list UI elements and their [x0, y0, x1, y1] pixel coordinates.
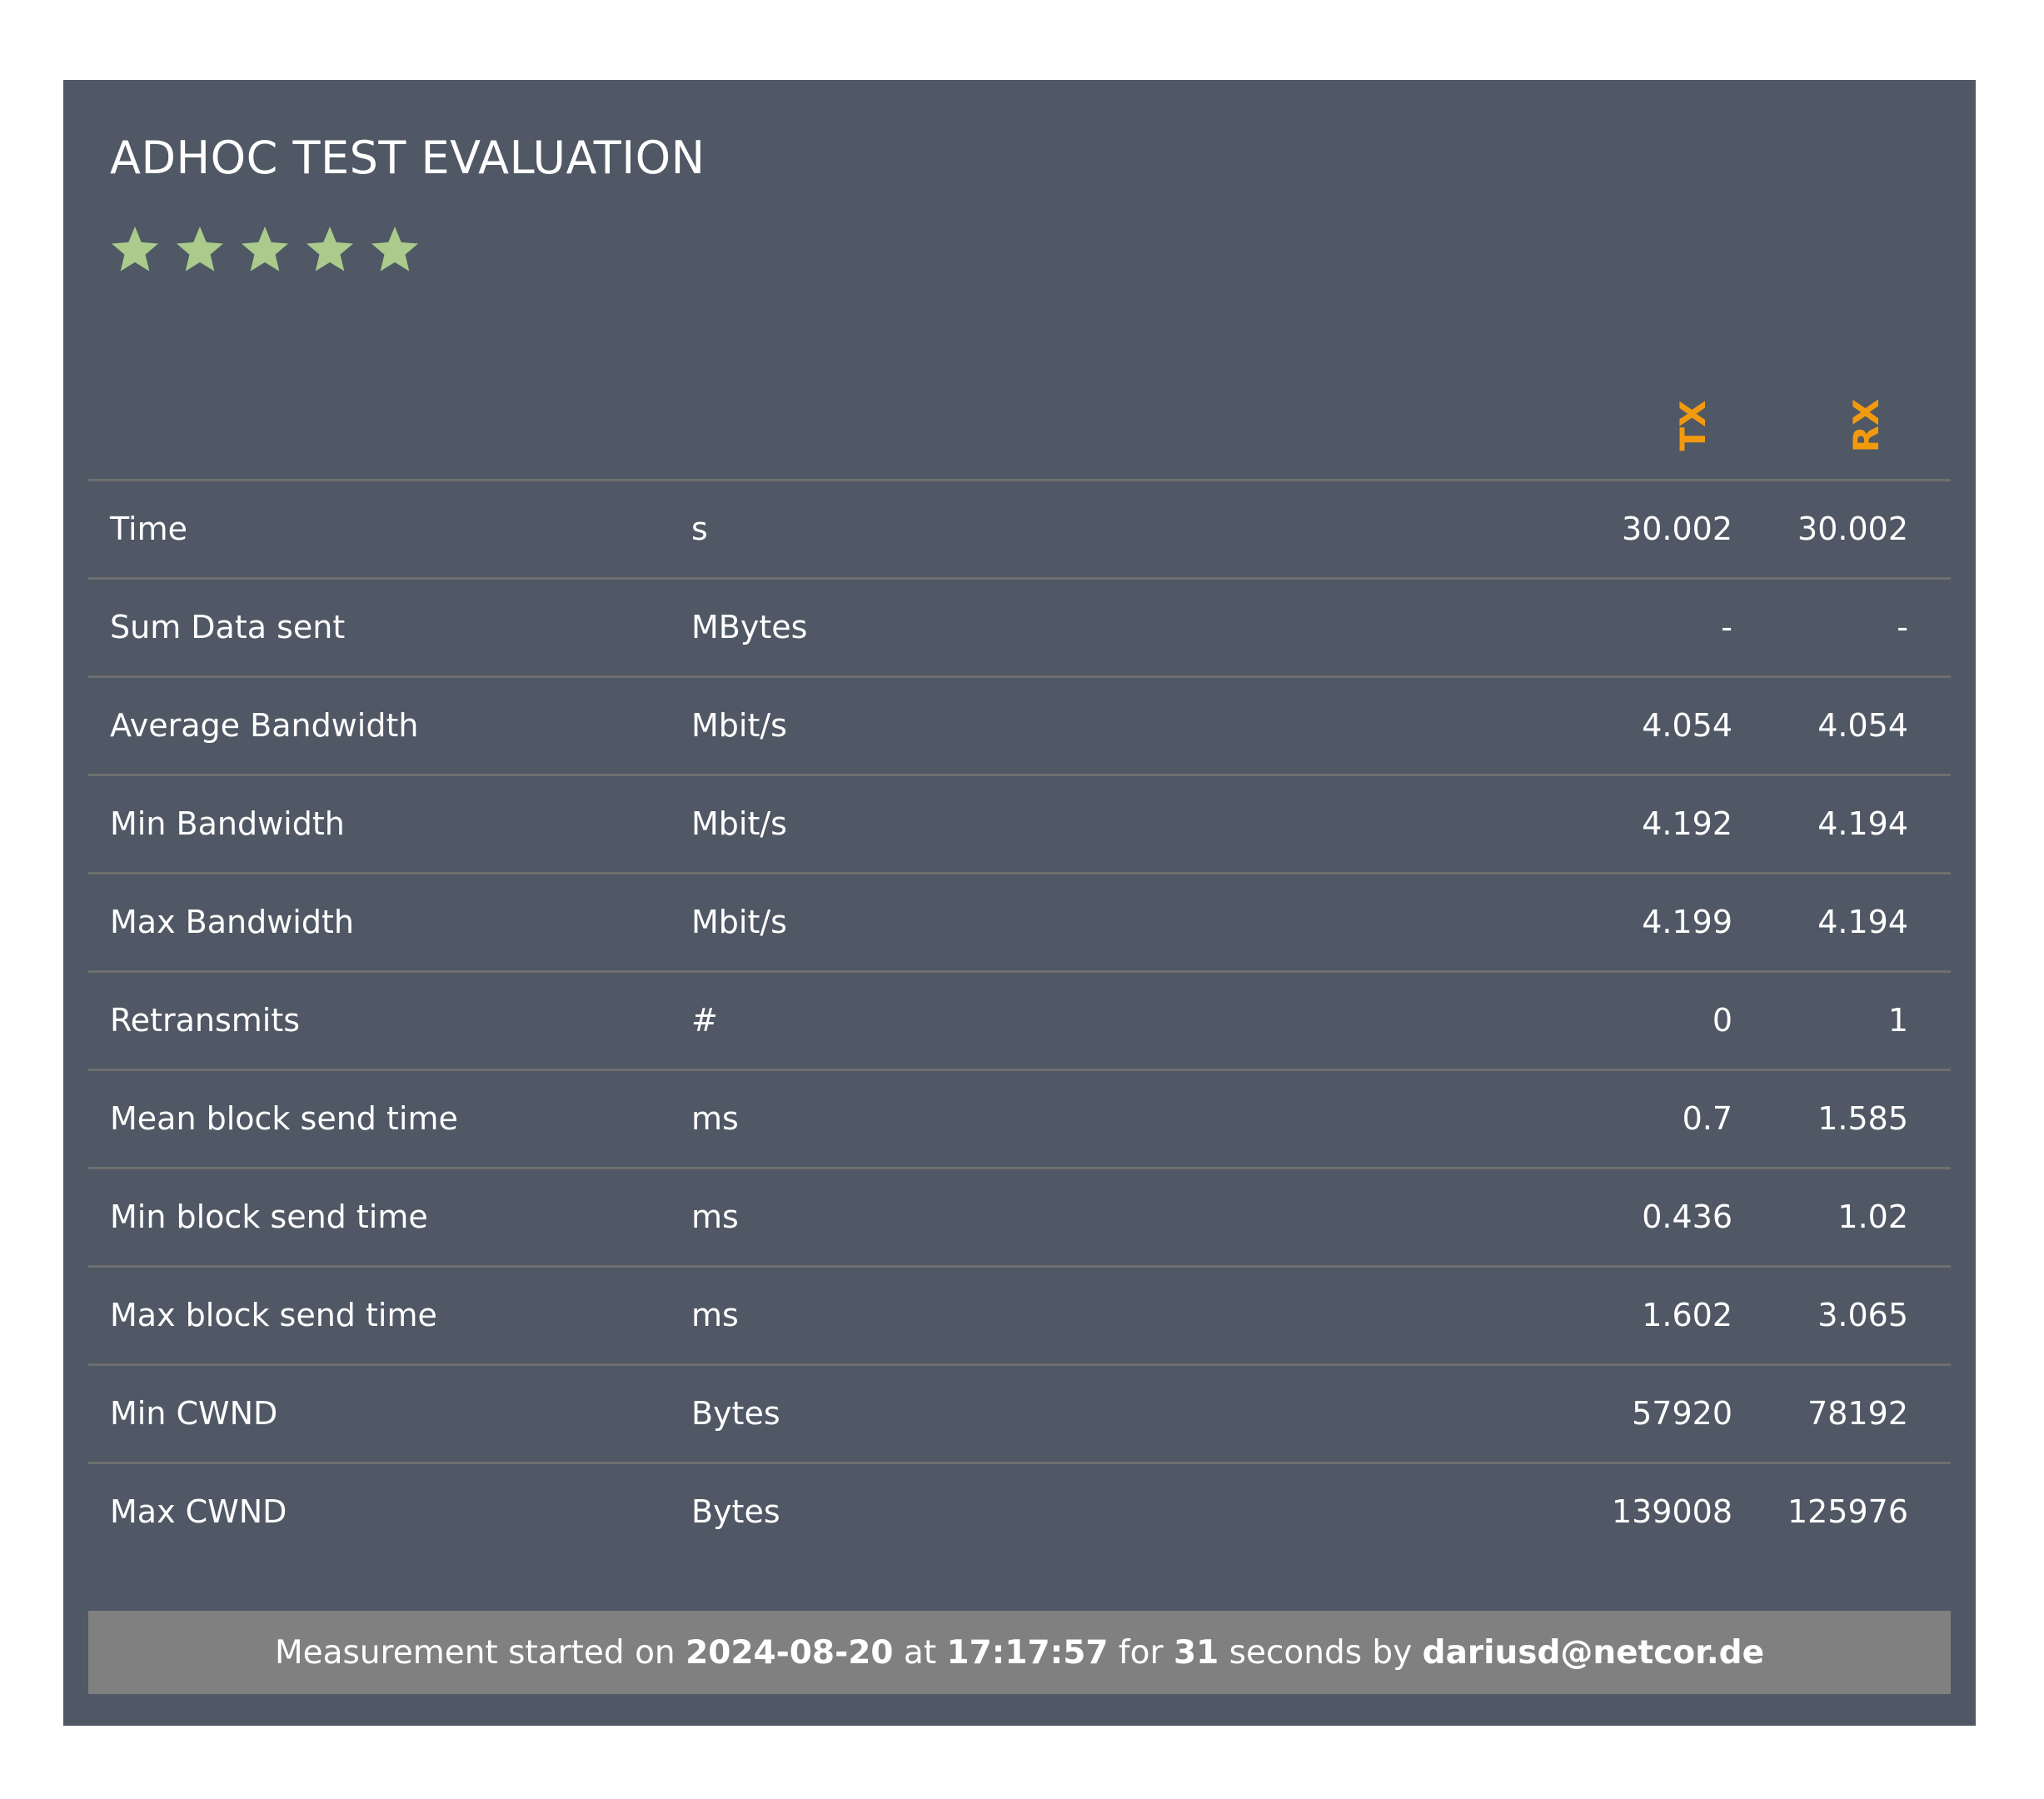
row-label: Min block send time: [110, 1199, 428, 1235]
row-tx-value: 1.602: [1642, 1297, 1732, 1333]
row-unit: #: [691, 1002, 718, 1039]
table-row: Retransmits # 0 1: [88, 970, 1951, 1069]
column-header-tx: TX: [1672, 400, 1713, 451]
row-label: Time: [110, 511, 187, 547]
column-header-rx: RX: [1845, 398, 1887, 453]
footer-prefix: Measurement started on: [274, 1633, 686, 1672]
table-row: Max block send time ms 1.602 3.065: [88, 1265, 1951, 1363]
row-rx-value: 1.585: [1817, 1100, 1908, 1137]
measurement-time: 17:17:57: [946, 1633, 1109, 1672]
row-unit: MBytes: [691, 609, 808, 645]
row-rx-value: -: [1897, 609, 1908, 645]
table-row: Max CWND Bytes 139008 125976: [88, 1462, 1951, 1560]
footer-at: at: [893, 1633, 947, 1672]
results-table: Time s 30.002 30.002 Sum Data sent MByte…: [88, 479, 1951, 1560]
row-unit: Mbit/s: [691, 904, 787, 940]
table-row: Min Bandwidth Mbit/s 4.192 4.194: [88, 774, 1951, 872]
row-label: Average Bandwidth: [110, 707, 419, 744]
row-rx-value: 78192: [1807, 1395, 1908, 1432]
footer-for: for: [1108, 1633, 1174, 1672]
row-tx-value: 57920: [1632, 1395, 1732, 1432]
row-tx-value: 0.436: [1642, 1199, 1732, 1235]
row-rx-value: 4.194: [1817, 904, 1908, 940]
row-label: Max CWND: [110, 1493, 287, 1530]
footer-by: seconds by: [1219, 1633, 1423, 1672]
row-label: Min Bandwidth: [110, 805, 345, 842]
measurement-date: 2024-08-20: [685, 1633, 894, 1672]
row-unit: Bytes: [691, 1395, 780, 1432]
row-tx-value: 4.192: [1642, 805, 1732, 842]
evaluation-card: ADHOC TEST EVALUATION TX RX Time s 30.00…: [63, 80, 1976, 1726]
row-rx-value: 125976: [1787, 1493, 1908, 1530]
row-rx-value: 4.194: [1817, 805, 1908, 842]
star-icon: [242, 227, 288, 272]
row-unit: s: [691, 511, 708, 547]
row-label: Retransmits: [110, 1002, 301, 1039]
row-tx-value: -: [1721, 609, 1732, 645]
row-rx-value: 3.065: [1817, 1297, 1908, 1333]
row-tx-value: 0.7: [1682, 1100, 1732, 1137]
row-unit: Bytes: [691, 1493, 780, 1530]
row-tx-value: 4.199: [1642, 904, 1732, 940]
row-rx-value: 30.002: [1797, 511, 1908, 547]
row-rx-value: 1.02: [1837, 1199, 1908, 1235]
row-unit: ms: [691, 1199, 739, 1235]
table-row: Mean block send time ms 0.7 1.585: [88, 1069, 1951, 1167]
measurement-user: dariusd@netcor.de: [1422, 1633, 1765, 1672]
row-rx-value: 4.054: [1817, 707, 1908, 744]
row-label: Mean block send time: [110, 1100, 458, 1137]
row-tx-value: 30.002: [1622, 511, 1732, 547]
row-tx-value: 139008: [1611, 1493, 1732, 1530]
row-label: Max block send time: [110, 1297, 437, 1333]
table-row: Min block send time ms 0.436 1.02: [88, 1167, 1951, 1265]
table-row: Min CWND Bytes 57920 78192: [88, 1363, 1951, 1462]
star-icon: [112, 227, 158, 272]
row-rx-value: 1: [1887, 1002, 1908, 1039]
row-unit: Mbit/s: [691, 805, 787, 842]
row-unit: ms: [691, 1297, 739, 1333]
table-row: Max Bandwidth Mbit/s 4.199 4.194: [88, 872, 1951, 970]
row-tx-value: 0: [1712, 1002, 1732, 1039]
row-tx-value: 4.054: [1642, 707, 1732, 744]
row-unit: ms: [691, 1100, 739, 1137]
table-row: Time s 30.002 30.002: [88, 479, 1951, 577]
row-unit: Mbit/s: [691, 707, 787, 744]
star-icon: [371, 227, 418, 272]
star-icon: [177, 227, 223, 272]
row-label: Max Bandwidth: [110, 904, 354, 940]
measurement-duration: 31: [1173, 1633, 1219, 1672]
table-row: Sum Data sent MBytes - -: [88, 577, 1951, 675]
star-rating: [108, 223, 421, 277]
row-label: Min CWND: [110, 1395, 278, 1432]
table-row: Average Bandwidth Mbit/s 4.054 4.054: [88, 675, 1951, 774]
star-icon: [307, 227, 353, 272]
page-title: ADHOC TEST EVALUATION: [110, 132, 705, 184]
measurement-footer: Measurement started on 2024-08-20 at 17:…: [88, 1611, 1951, 1694]
row-label: Sum Data sent: [110, 609, 346, 645]
